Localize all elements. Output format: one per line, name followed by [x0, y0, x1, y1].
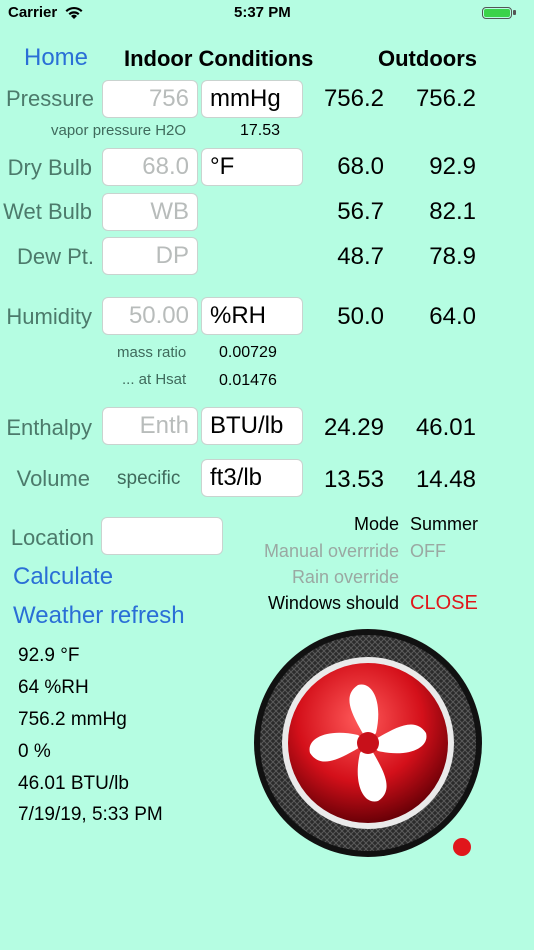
weather-refresh-button[interactable]: Weather refresh: [13, 602, 185, 630]
volume-label: Volume: [16, 466, 90, 491]
battery-icon: [482, 7, 516, 19]
calculate-button[interactable]: Calculate: [13, 563, 113, 591]
outdoors-header: Outdoors: [378, 46, 477, 71]
enthalpy-unit-field[interactable]: BTU/lb: [201, 407, 303, 445]
at-hsat-label: ... at Hsat: [122, 371, 187, 388]
enthalpy-input[interactable]: Enth: [102, 407, 198, 445]
humidity-outdoor-value: 64.0: [429, 303, 476, 330]
weather-pressure: 756.2 mmHg: [18, 709, 127, 730]
at-hsat-value: 0.01476: [219, 372, 277, 389]
volume-unit-field[interactable]: ft3/lb: [201, 459, 303, 497]
volume-specific-label: specific: [117, 468, 181, 489]
weather-enthalpy: 46.01 BTU/lb: [18, 773, 129, 794]
wet-bulb-outdoor-value: 82.1: [429, 198, 476, 225]
windows-status-value: CLOSE: [410, 592, 478, 614]
volume-outdoor-value: 14.48: [415, 466, 476, 493]
vapor-pressure-value: 17.53: [240, 122, 281, 139]
enthalpy-label: Enthalpy: [6, 415, 92, 440]
manual-override-value[interactable]: OFF: [410, 541, 446, 562]
status-indicator-dot: [453, 838, 471, 856]
indoor-conditions-header: Indoor Conditions: [124, 46, 314, 71]
dry-bulb-unit-field[interactable]: °F: [201, 148, 303, 186]
dew-point-label: Dew Pt.: [16, 244, 94, 269]
rain-override-label: Rain override: [291, 567, 399, 587]
mass-ratio-label: mass ratio: [117, 344, 187, 361]
humidity-label: Humidity: [6, 304, 92, 329]
pressure-outdoor-value: 756.2: [415, 85, 476, 112]
dry-bulb-input[interactable]: 68.0: [102, 148, 198, 186]
volume-indoor-value: 13.53: [323, 466, 384, 493]
mass-ratio-value: 0.00729: [219, 344, 277, 361]
dew-point-outdoor-value: 78.9: [429, 243, 476, 270]
wet-bulb-input[interactable]: WB: [102, 193, 198, 231]
pressure-label: Pressure: [5, 86, 94, 111]
weather-humidity: 64 %RH: [18, 677, 89, 698]
weather-timestamp: 7/19/19, 5:33 PM: [18, 804, 163, 825]
weather-temp: 92.9 °F: [18, 645, 80, 666]
wet-bulb-indoor-value: 56.7: [337, 198, 384, 225]
dry-bulb-outdoor-value: 92.9: [429, 153, 476, 180]
location-label: Location: [10, 525, 94, 550]
wet-bulb-label: Wet Bulb: [3, 199, 92, 224]
humidity-indoor-value: 50.0: [337, 303, 384, 330]
fan-icon[interactable]: [252, 627, 484, 859]
dew-point-input[interactable]: DP: [102, 237, 198, 275]
pressure-indoor-value: 756.2: [323, 85, 384, 112]
clock: 5:37 PM: [234, 4, 291, 21]
pressure-input[interactable]: 756: [102, 80, 198, 118]
enthalpy-outdoor-value: 46.01: [415, 414, 476, 441]
dew-point-indoor-value: 48.7: [337, 243, 384, 270]
pressure-unit-field[interactable]: mmHg: [201, 80, 303, 118]
windows-should-label: Windows should: [267, 593, 399, 613]
weather-precip: 0 %: [18, 741, 51, 762]
manual-override-label: Manual overrride: [263, 541, 399, 561]
humidity-unit-field[interactable]: %RH: [201, 297, 303, 335]
dry-bulb-label: Dry Bulb: [7, 155, 92, 180]
humidity-input[interactable]: 50.00: [102, 297, 198, 335]
carrier-label: Carrier: [8, 4, 58, 21]
vapor-pressure-label: vapor pressure H2O: [51, 122, 187, 139]
enthalpy-indoor-value: 24.29: [323, 414, 384, 441]
home-link[interactable]: Home: [24, 44, 88, 72]
dry-bulb-indoor-value: 68.0: [337, 153, 384, 180]
wifi-icon: [65, 6, 83, 19]
mode-label: Mode: [353, 514, 399, 534]
mode-value[interactable]: Summer: [410, 514, 478, 535]
